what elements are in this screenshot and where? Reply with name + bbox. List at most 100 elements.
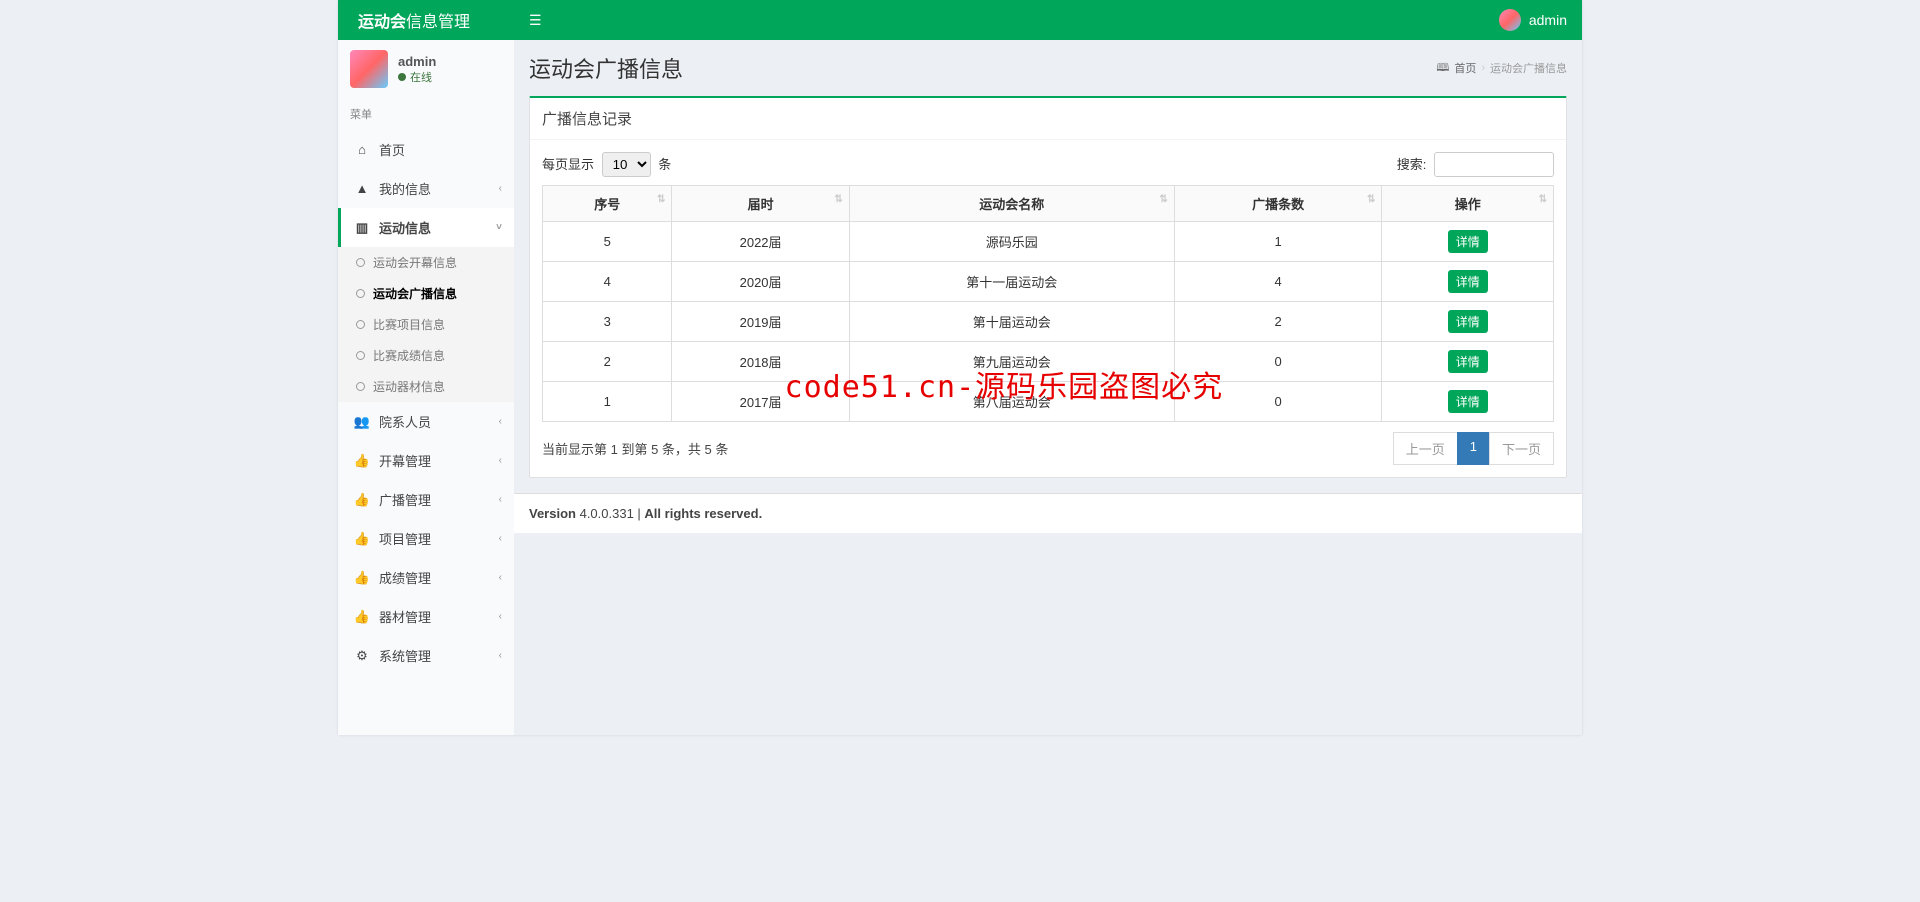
sidebar-item-label: 广播管理: [379, 490, 431, 509]
sidebar-item-器材管理[interactable]: 👍 器材管理 ‹: [338, 597, 514, 636]
detail-button[interactable]: 详情: [1448, 270, 1488, 293]
nav-icon: 👍: [353, 453, 371, 469]
chevron-icon: ‹: [499, 455, 502, 466]
cell-action: 详情: [1382, 262, 1554, 302]
user-menu[interactable]: admin: [1499, 9, 1567, 31]
cell-action: 详情: [1382, 302, 1554, 342]
user-panel: admin 在线: [338, 40, 514, 98]
subnav-item-运动器材信息[interactable]: 运动器材信息: [338, 371, 514, 402]
watermark-text: code51.cn-源码乐园盗图必究: [785, 362, 1224, 406]
hamburger-icon[interactable]: ☰: [529, 12, 542, 29]
cell-name: 第十届运动会: [849, 302, 1174, 342]
sort-icon: ⇅: [1367, 194, 1375, 205]
circle-icon: [356, 382, 365, 391]
sidebar-item-系统管理[interactable]: ⚙ 系统管理 ‹: [338, 636, 514, 675]
breadcrumb-home[interactable]: 首页: [1454, 60, 1476, 76]
next-page-button[interactable]: 下一页: [1489, 432, 1554, 465]
cell-year: 2022届: [672, 222, 849, 262]
sidebar-item-运动信息[interactable]: ▥运动信息˅: [338, 208, 514, 247]
table-row: 42020届第十一届运动会4详情: [543, 262, 1554, 302]
subnav-label: 比赛项目信息: [373, 316, 445, 333]
sidebar-item-开幕管理[interactable]: 👍 开幕管理 ‹: [338, 441, 514, 480]
breadcrumb: 🕮 首页 › 运动会广播信息: [1436, 59, 1567, 78]
nav-icon: 👍: [353, 492, 371, 508]
subnav-item-运动会开幕信息[interactable]: 运动会开幕信息: [338, 247, 514, 278]
detail-button[interactable]: 详情: [1448, 390, 1488, 413]
page-1-button[interactable]: 1: [1457, 432, 1490, 465]
pagination: 上一页 1 下一页: [1394, 432, 1554, 465]
chevron-icon: ‹: [499, 650, 502, 661]
col-届时[interactable]: 届时⇅: [672, 186, 849, 222]
cell-seq: 4: [543, 262, 672, 302]
length-control: 每页显示 10 条: [542, 152, 671, 177]
subnav-label: 运动会开幕信息: [373, 254, 457, 271]
status-badge: 在线: [398, 69, 436, 85]
cell-action: 详情: [1382, 222, 1554, 262]
box-title: 广播信息记录: [530, 98, 1566, 140]
header-username: admin: [1529, 12, 1567, 28]
circle-icon: [356, 258, 365, 267]
col-广播条数[interactable]: 广播条数⇅: [1174, 186, 1382, 222]
sidebar-item-label: 器材管理: [379, 607, 431, 626]
chevron-icon: ‹: [499, 494, 502, 505]
subnav-item-比赛项目信息[interactable]: 比赛项目信息: [338, 309, 514, 340]
sort-icon: ⇅: [1539, 194, 1547, 205]
col-序号[interactable]: 序号⇅: [543, 186, 672, 222]
nav-icon: 👥: [353, 414, 371, 430]
table-info: 当前显示第 1 到第 5 条，共 5 条: [542, 439, 728, 458]
search-input[interactable]: [1434, 152, 1554, 177]
detail-button[interactable]: 详情: [1448, 230, 1488, 253]
sidebar-item-label: 开幕管理: [379, 451, 431, 470]
table-row: 32019届第十届运动会2详情: [543, 302, 1554, 342]
cell-name: 源码乐园: [849, 222, 1174, 262]
page-length-select[interactable]: 10: [602, 152, 651, 177]
subnav-label: 运动会广播信息: [373, 285, 457, 302]
chevron-icon: ‹: [499, 611, 502, 622]
cell-name: 第十一届运动会: [849, 262, 1174, 302]
nav-icon: ⌂: [353, 142, 371, 157]
circle-icon: [356, 289, 365, 298]
chevron-icon: ‹: [499, 572, 502, 583]
sidebar-item-label: 成绩管理: [379, 568, 431, 587]
detail-button[interactable]: 详情: [1448, 350, 1488, 373]
chevron-icon: ‹: [499, 533, 502, 544]
sidebar-item-广播管理[interactable]: 👍 广播管理 ‹: [338, 480, 514, 519]
cell-action: 详情: [1382, 382, 1554, 422]
chevron-icon: ˅: [496, 222, 502, 233]
avatar-icon: [350, 50, 388, 88]
sidebar-item-label: 院系人员: [379, 412, 431, 431]
sidebar-item-label: 运动信息: [379, 218, 431, 237]
chevron-icon: ‹: [499, 183, 502, 194]
sidebar-item-成绩管理[interactable]: 👍成绩管理‹: [338, 558, 514, 597]
page-title: 运动会广播信息: [529, 52, 683, 84]
subnav-item-比赛成绩信息[interactable]: 比赛成绩信息: [338, 340, 514, 371]
cell-count: 1: [1174, 222, 1382, 262]
sidebar-item-我的信息[interactable]: ▲我的信息‹: [338, 169, 514, 208]
cell-seq: 3: [543, 302, 672, 342]
data-box: 广播信息记录 每页显示 10 条 搜索: 序号: [529, 96, 1567, 478]
subnav-label: 比赛成绩信息: [373, 347, 445, 364]
cell-seq: 1: [543, 382, 672, 422]
search-control: 搜索:: [1397, 152, 1554, 177]
sort-icon: ⇅: [657, 194, 665, 205]
sidebar-item-项目管理[interactable]: 👍项目管理‹: [338, 519, 514, 558]
col-操作[interactable]: 操作⇅: [1382, 186, 1554, 222]
cell-year: 2020届: [672, 262, 849, 302]
table-row: 52022届源码乐园1 详情: [543, 222, 1554, 262]
chevron-icon: ‹: [499, 416, 502, 427]
prev-page-button[interactable]: 上一页: [1393, 432, 1458, 465]
subnav-item-运动会广播信息[interactable]: 运动会广播信息: [338, 278, 514, 309]
nav-icon: ▲: [353, 181, 371, 196]
detail-button[interactable]: 详情: [1448, 310, 1488, 333]
sidebar-item-label: 首页: [379, 140, 405, 159]
nav-icon: 👍: [353, 609, 371, 625]
sidebar-item-label: 系统管理: [379, 646, 431, 665]
app-logo[interactable]: 运动会信息管理: [338, 8, 514, 32]
col-运动会名称[interactable]: 运动会名称⇅: [849, 186, 1174, 222]
cell-seq: 5: [543, 222, 672, 262]
sidebar-item-首页[interactable]: ⌂ 首页: [338, 130, 514, 169]
subnav-label: 运动器材信息: [373, 378, 445, 395]
nav-icon: ⚙: [353, 648, 371, 664]
top-header: 运动会信息管理 ☰ admin: [338, 0, 1582, 40]
sidebar-item-院系人员[interactable]: 👥 院系人员 ‹: [338, 402, 514, 441]
